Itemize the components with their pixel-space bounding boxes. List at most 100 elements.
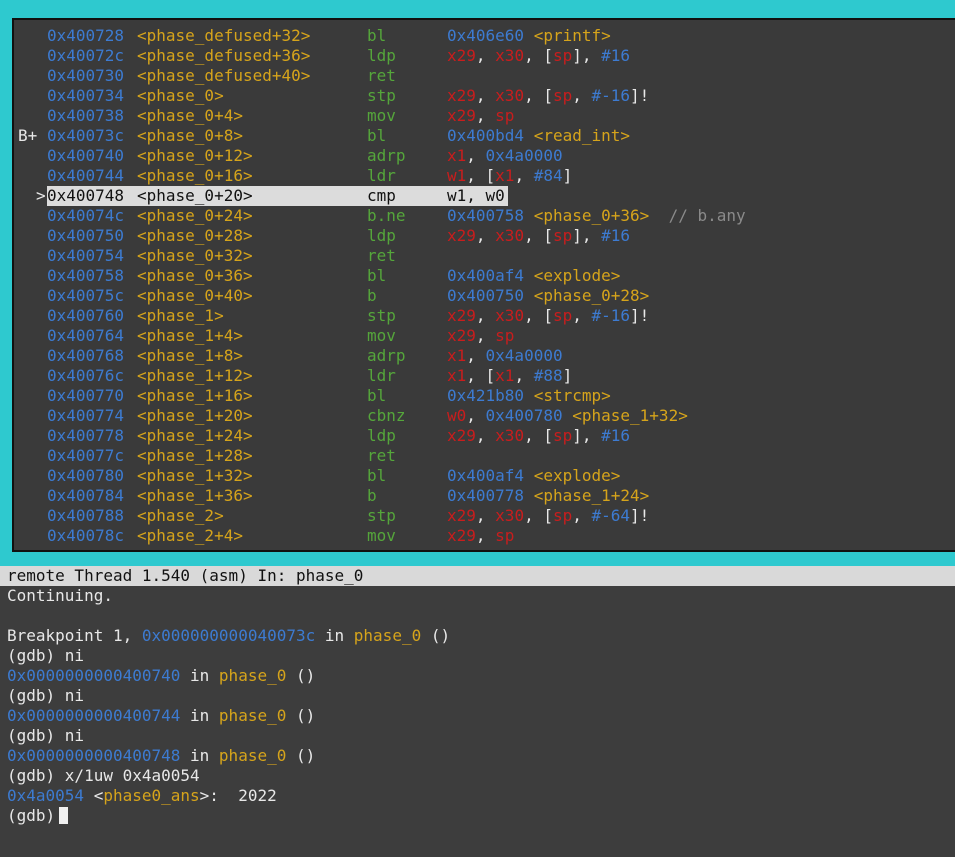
operand-token: // b.any (649, 206, 746, 225)
console-token: >: 2022 (199, 786, 277, 805)
operand-token: sp (552, 86, 573, 105)
operand-token: , [ (466, 366, 496, 385)
operand-token: x29 (447, 526, 476, 545)
instruction-address: 0x40077c (47, 446, 125, 465)
operand-token: x30 (495, 46, 525, 65)
gdb-prompt: (gdb) (7, 806, 56, 825)
mnemonic: ldp (367, 426, 396, 445)
operand-token: <phase_1+24> (533, 486, 650, 505)
mnemonic: cmp (367, 186, 396, 205)
mnemonic: mov (367, 106, 396, 125)
console-token: phase_0 (218, 666, 287, 685)
operand-token: x29 (447, 326, 476, 345)
operand-token: , (572, 306, 592, 325)
operands: x29, x30, [sp, #-16]! (447, 86, 649, 106)
operand-token: ]! (630, 506, 650, 525)
operand-token: , (466, 346, 486, 365)
symbol-offset: <phase_0+12> (137, 146, 253, 165)
operand-token: ]! (630, 86, 650, 105)
operand-token: x30 (495, 426, 525, 445)
console-line: (gdb) x/1uw 0x4a0054 (7, 766, 947, 786)
current-instruction-row[interactable]: 0x400748 <phase_0+20> cmp w1, w0 (47, 186, 508, 206)
instruction-address: 0x400750 (47, 226, 125, 245)
console-token: < (84, 786, 104, 805)
instruction-address: 0x40072c (47, 46, 125, 65)
operand-token: sp (552, 426, 573, 445)
instruction-address: 0x40073c (47, 126, 125, 145)
mnemonic: bl (367, 26, 387, 45)
operand-token: sp (552, 226, 573, 245)
operand-token: 0x406e60 (447, 26, 525, 45)
operand-token: <printf> (533, 26, 611, 45)
operand-token: 0x4a0000 (485, 346, 563, 365)
operands: x29, x30, [sp, #-64]! (447, 506, 649, 526)
operand-token: #16 (601, 226, 631, 245)
operand-token: , [ (466, 166, 496, 185)
operands: w0, 0x400780 <phase_1+32> (447, 406, 688, 426)
instruction-address: 0x400758 (47, 266, 125, 285)
mnemonic: cbnz (367, 406, 406, 425)
instruction-address: 0x400768 (47, 346, 125, 365)
operand-token: x29 (447, 506, 476, 525)
operand-token: <phase_0+36> (533, 206, 650, 225)
instruction-address: 0x400734 (47, 86, 125, 105)
operand-token: <explode> (533, 466, 621, 485)
operand-token: ], (572, 226, 602, 245)
symbol-offset: <phase_0> (137, 86, 224, 105)
operand-token (524, 466, 534, 485)
instruction-address: 0x400744 (47, 166, 125, 185)
console-token: 0x000000000040073c (141, 626, 316, 645)
console-prompt-line[interactable]: (gdb) (7, 806, 947, 826)
mnemonic: b (367, 286, 377, 305)
operand-token: , (475, 226, 496, 245)
status-bar: remote Thread 1.540 (asm) In: phase_0 (0, 566, 955, 586)
symbol-offset: <phase_0+4> (137, 106, 243, 125)
instruction-address: 0x400748 (47, 186, 125, 205)
disassembly-panel[interactable]: 0x400728 <phase_defused+32> bl 0x406e60 <pr… (12, 18, 955, 552)
operand-token: sp (495, 106, 515, 125)
instruction-address: 0x400788 (47, 506, 125, 525)
mnemonic: ret (367, 446, 396, 465)
console-token: (gdb) x/1uw 0x4a0054 (7, 766, 200, 785)
instruction-address: 0x40076c (47, 366, 125, 385)
console-token: Breakpoint 1, (7, 626, 142, 645)
operand-token: #84 (533, 166, 563, 185)
console-token: () (286, 706, 316, 725)
operands: 0x406e60 <printf> (447, 26, 611, 46)
operand-token: , (514, 166, 534, 185)
operand-token: 0x421b80 (447, 386, 525, 405)
operand-token (524, 386, 534, 405)
instruction-address: 0x400740 (47, 146, 125, 165)
symbol-offset: <phase_0+20> (137, 186, 253, 205)
text-cursor[interactable] (59, 807, 69, 824)
operand-token: , (466, 146, 486, 165)
operand-token (524, 26, 534, 45)
operand-token: , [ (524, 426, 553, 445)
mnemonic: bl (367, 266, 387, 285)
operands: w1, [x1, #84] (447, 166, 572, 186)
operand-token: , [ (524, 306, 553, 325)
operand-token: , (475, 86, 496, 105)
operand-token: ] (562, 366, 573, 385)
operand-token (524, 206, 534, 225)
mnemonic: bl (367, 126, 387, 145)
operand-token: <read_int> (533, 126, 631, 145)
console-token: in (315, 626, 354, 645)
instruction-address: 0x400770 (47, 386, 125, 405)
operand-token: <strcmp> (533, 386, 611, 405)
operand-token: 0x400af4 (447, 466, 525, 485)
gdb-console[interactable]: Continuing. Breakpoint 1, 0x0000000000400… (7, 586, 947, 826)
symbol-offset: <phase_1+16> (137, 386, 253, 405)
operand-token: w1 (447, 166, 467, 185)
console-token: 0x0000000000400748 (7, 746, 181, 765)
operand-token: sp (552, 506, 573, 525)
mnemonic: ldp (367, 226, 396, 245)
symbol-offset: <phase_1+32> (137, 466, 253, 485)
operand-token: x29 (447, 86, 476, 105)
instruction-address: 0x40075c (47, 286, 125, 305)
operand-token: , [ (524, 506, 553, 525)
operand-token: sp (552, 46, 573, 65)
operand-token: ] (562, 166, 573, 185)
symbol-offset: <phase_0+32> (137, 246, 253, 265)
console-token: phase0_ans (103, 786, 200, 805)
